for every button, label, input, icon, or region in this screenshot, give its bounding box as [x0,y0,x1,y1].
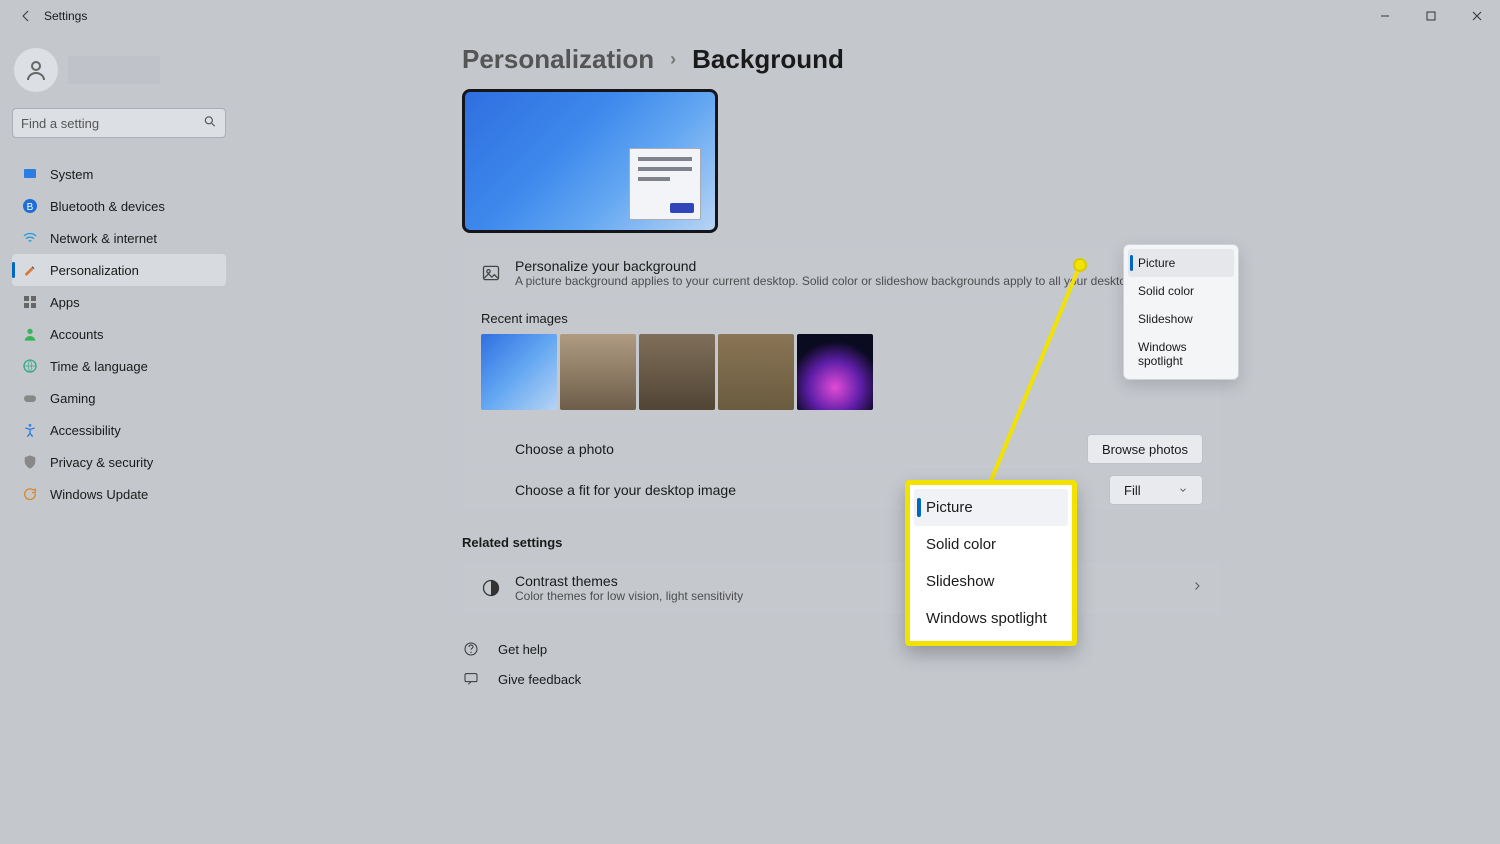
user-account[interactable] [12,44,226,108]
callout-magnifier: Picture Solid color Slideshow Windows sp… [905,480,1077,646]
nav-label: Network & internet [50,231,157,246]
callout-option-windows-spotlight: Windows spotlight [914,600,1068,637]
dropdown-option-solid-color[interactable]: Solid color [1128,277,1234,305]
nav-label: Time & language [50,359,148,374]
paintbrush-icon [22,262,38,278]
update-icon [22,486,38,502]
search-icon [203,115,217,132]
recent-image-1[interactable] [481,334,557,410]
recent-image-3[interactable] [639,334,715,410]
chevron-down-icon [1178,483,1188,498]
close-button[interactable] [1454,0,1500,32]
titlebar: Settings [0,0,1500,32]
recent-image-5[interactable] [797,334,873,410]
window-controls [1362,0,1500,32]
maximize-button[interactable] [1408,0,1454,32]
nav-item-gaming[interactable]: Gaming [12,382,226,414]
get-help-link[interactable]: Get help [462,634,1222,664]
feedback-icon [462,670,480,688]
nav-label: Windows Update [50,487,148,502]
preview-window-mock [629,148,701,220]
give-feedback-link[interactable]: Give feedback [462,664,1222,694]
gamepad-icon [22,390,38,406]
personalize-title: Personalize your background [515,258,1142,274]
page-title: Background [692,44,844,75]
callout-option-picture: Picture [914,489,1068,526]
nav-item-privacy[interactable]: Privacy & security [12,446,226,478]
nav-item-accounts[interactable]: Accounts [12,318,226,350]
search-placeholder: Find a setting [21,116,99,131]
dropdown-option-windows-spotlight[interactable]: Windows spotlight [1128,333,1234,375]
nav-item-personalization[interactable]: Personalization [12,254,226,286]
chevron-right-icon [1191,579,1203,597]
nav-item-network[interactable]: Network & internet [12,222,226,254]
personalize-sub: A picture background applies to your cur… [515,274,1142,288]
nav-label: Gaming [50,391,96,406]
callout-option-slideshow: Slideshow [914,563,1068,600]
contrast-title: Contrast themes [515,573,743,589]
recent-image-4[interactable] [718,334,794,410]
desktop-preview [462,89,718,233]
person-icon [22,326,38,342]
app-title: Settings [44,9,87,23]
recent-images-section: Recent images [463,301,1221,429]
bluetooth-icon: B [22,198,38,214]
help-icon [462,640,480,658]
nav-label: Accessibility [50,423,121,438]
globe-icon [22,358,38,374]
avatar [14,48,58,92]
breadcrumb: Personalization › Background [462,44,1222,75]
nav-item-apps[interactable]: Apps [12,286,226,318]
choose-photo-title: Choose a photo [515,441,614,457]
search-input[interactable]: Find a setting [12,108,226,138]
row-choose-photo: Choose a photo Browse photos [463,429,1221,470]
wifi-icon [22,230,38,246]
contrast-sub: Color themes for low vision, light sensi… [515,589,743,603]
nav-item-accessibility[interactable]: Accessibility [12,414,226,446]
row-contrast-themes[interactable]: Contrast themes Color themes for low vis… [463,561,1221,615]
nav: System B Bluetooth & devices Network & i… [12,158,226,510]
fit-dropdown[interactable]: Fill [1109,475,1203,505]
nav-label: Bluetooth & devices [50,199,165,214]
dropdown-option-slideshow[interactable]: Slideshow [1128,305,1234,333]
nav-label: Apps [50,295,80,310]
nav-label: Accounts [50,327,103,342]
nav-label: Privacy & security [50,455,153,470]
contrast-icon [481,578,501,598]
nav-item-bluetooth[interactable]: B Bluetooth & devices [12,190,226,222]
minimize-button[interactable] [1362,0,1408,32]
svg-text:B: B [27,202,34,213]
nav-item-system[interactable]: System [12,158,226,190]
background-type-dropdown[interactable]: Picture Solid color Slideshow Windows sp… [1123,244,1239,380]
nav-label: Personalization [50,263,139,278]
system-icon [22,166,38,182]
row-choose-fit: Choose a fit for your desktop image Fill [463,470,1221,510]
image-icon [481,263,501,283]
callout-option-solid-color: Solid color [914,526,1068,563]
chevron-right-icon: › [670,49,676,70]
apps-icon [22,294,38,310]
row-personalize-background[interactable]: Personalize your background A picture ba… [463,246,1221,301]
back-button[interactable] [18,8,34,24]
browse-photos-button[interactable]: Browse photos [1087,434,1203,464]
user-name-redacted [68,56,160,84]
callout-connector-dot [1073,258,1087,272]
dropdown-option-picture[interactable]: Picture [1128,249,1234,277]
nav-item-time-language[interactable]: Time & language [12,350,226,382]
recent-image-2[interactable] [560,334,636,410]
nav-item-update[interactable]: Windows Update [12,478,226,510]
related-settings-heading: Related settings [462,535,1222,550]
breadcrumb-personalization[interactable]: Personalization [462,44,654,75]
recent-images-title: Recent images [481,311,1203,326]
accessibility-icon [22,422,38,438]
nav-label: System [50,167,93,182]
shield-icon [22,454,38,470]
choose-fit-title: Choose a fit for your desktop image [515,482,736,498]
